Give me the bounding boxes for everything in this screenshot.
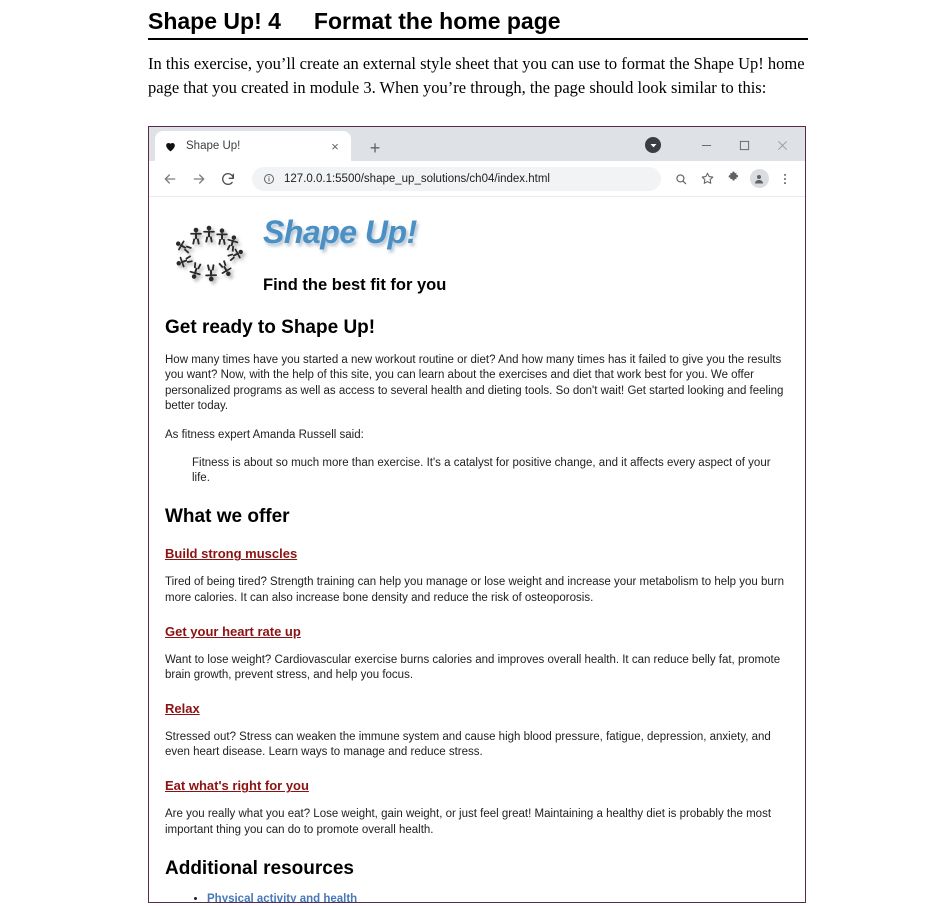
exercise-intro-text: In this exercise, you’ll create an exter… xyxy=(148,54,805,97)
offer-text-relax: Stressed out? Stress can weaken the immu… xyxy=(165,731,771,759)
info-icon[interactable] xyxy=(262,172,275,185)
window-controls xyxy=(645,135,805,155)
offer-title-get-your-heart-rate-up: Get your heart rate up xyxy=(165,623,301,639)
list-item: Physical activity and health xyxy=(207,893,789,902)
tab-title: Shape Up! xyxy=(186,140,241,152)
offer-text-get-your-heart-rate-up: Want to lose weight? Cardiovascular exer… xyxy=(165,653,781,681)
page-title: Shape Up! 4 Format the home page xyxy=(148,0,808,40)
new-tab-button[interactable]: + xyxy=(365,139,385,157)
heading-get-ready: Get ready to Shape Up! xyxy=(165,317,376,339)
three-dot-menu-icon[interactable] xyxy=(773,167,797,191)
heading-what-we-offer: What we offer xyxy=(165,506,290,528)
minimize-button[interactable] xyxy=(687,135,725,155)
amanda-russell-quote: Fitness is about so much more than exerc… xyxy=(192,457,771,485)
search-icon[interactable] xyxy=(669,167,693,191)
offer-text-build-strong-muscles: Tired of being tired? Strength training … xyxy=(165,576,785,604)
logo xyxy=(153,211,263,294)
page-content: Get ready to Shape Up! How many times ha… xyxy=(149,317,805,902)
offer-text-eat-whats-right-for-you: Are you really what you eat? Lose weight… xyxy=(165,808,772,836)
browser-toolbar: 127.0.0.1:5500/shape_up_solutions/ch04/i… xyxy=(149,161,805,197)
resource-link-physical-activity-and-health[interactable]: Physical activity and health xyxy=(207,893,357,902)
resource-list: Physical activity and health Stretching … xyxy=(165,893,789,902)
page-header: Shape Up! Find the best fit for you xyxy=(149,211,805,295)
offer-title-relax: Relax xyxy=(165,701,200,717)
shape-up-home-page: Shape Up! Find the best fit for you Get … xyxy=(149,197,805,902)
exercise-document: Shape Up! 4 Format the home page In this… xyxy=(148,0,808,100)
offer-item: Build strong muscles Tired of being tire… xyxy=(165,528,789,605)
exercise-number-title: Shape Up! 4 xyxy=(148,8,281,34)
page-viewport: Shape Up! Find the best fit for you Get … xyxy=(149,197,805,902)
offer-title-eat-whats-right-for-you: Eat what's right for you xyxy=(165,778,309,794)
reload-icon[interactable] xyxy=(215,166,241,192)
brand-title: Shape Up! xyxy=(263,214,417,250)
heading-additional-resources: Additional resources xyxy=(165,857,354,879)
close-icon[interactable]: × xyxy=(327,139,343,154)
page-header-text: Shape Up! Find the best fit for you xyxy=(263,211,805,295)
intro-paragraph: How many times have you started a new wo… xyxy=(165,354,784,412)
offer-item: Relax Stressed out? Stress can weaken th… xyxy=(165,683,789,760)
maximize-button[interactable] xyxy=(725,135,763,155)
exercise-subtitle: Format the home page xyxy=(313,8,561,34)
offer-item: Eat what's right for you Are you really … xyxy=(165,760,789,837)
browser-window: Shape Up! × + 127.0.0.1:5500/shape_up_so… xyxy=(148,126,806,903)
tab-shape-up[interactable]: Shape Up! × xyxy=(155,131,351,161)
browser-tab-strip: Shape Up! × + xyxy=(149,127,805,161)
avatar xyxy=(749,169,769,188)
offer-item: Get your heart rate up Want to lose weig… xyxy=(165,606,789,683)
puzzle-piece-icon[interactable] xyxy=(721,167,745,191)
close-window-button[interactable] xyxy=(763,135,801,155)
star-icon[interactable] xyxy=(695,167,719,191)
url-text: 127.0.0.1:5500/shape_up_solutions/ch04/i… xyxy=(284,172,550,185)
address-bar[interactable]: 127.0.0.1:5500/shape_up_solutions/ch04/i… xyxy=(252,166,661,191)
forward-arrow-icon[interactable] xyxy=(186,166,212,192)
person-icon[interactable] xyxy=(747,167,771,191)
downloads-icon[interactable] xyxy=(645,137,661,153)
circle-of-people-icon xyxy=(165,223,251,294)
heart-icon xyxy=(163,139,178,154)
quote-intro: As fitness expert Amanda Russell said: xyxy=(165,428,364,441)
offer-title-build-strong-muscles: Build strong muscles xyxy=(165,546,298,562)
back-arrow-icon[interactable] xyxy=(157,166,183,192)
brand-tagline: Find the best fit for you xyxy=(263,276,447,295)
